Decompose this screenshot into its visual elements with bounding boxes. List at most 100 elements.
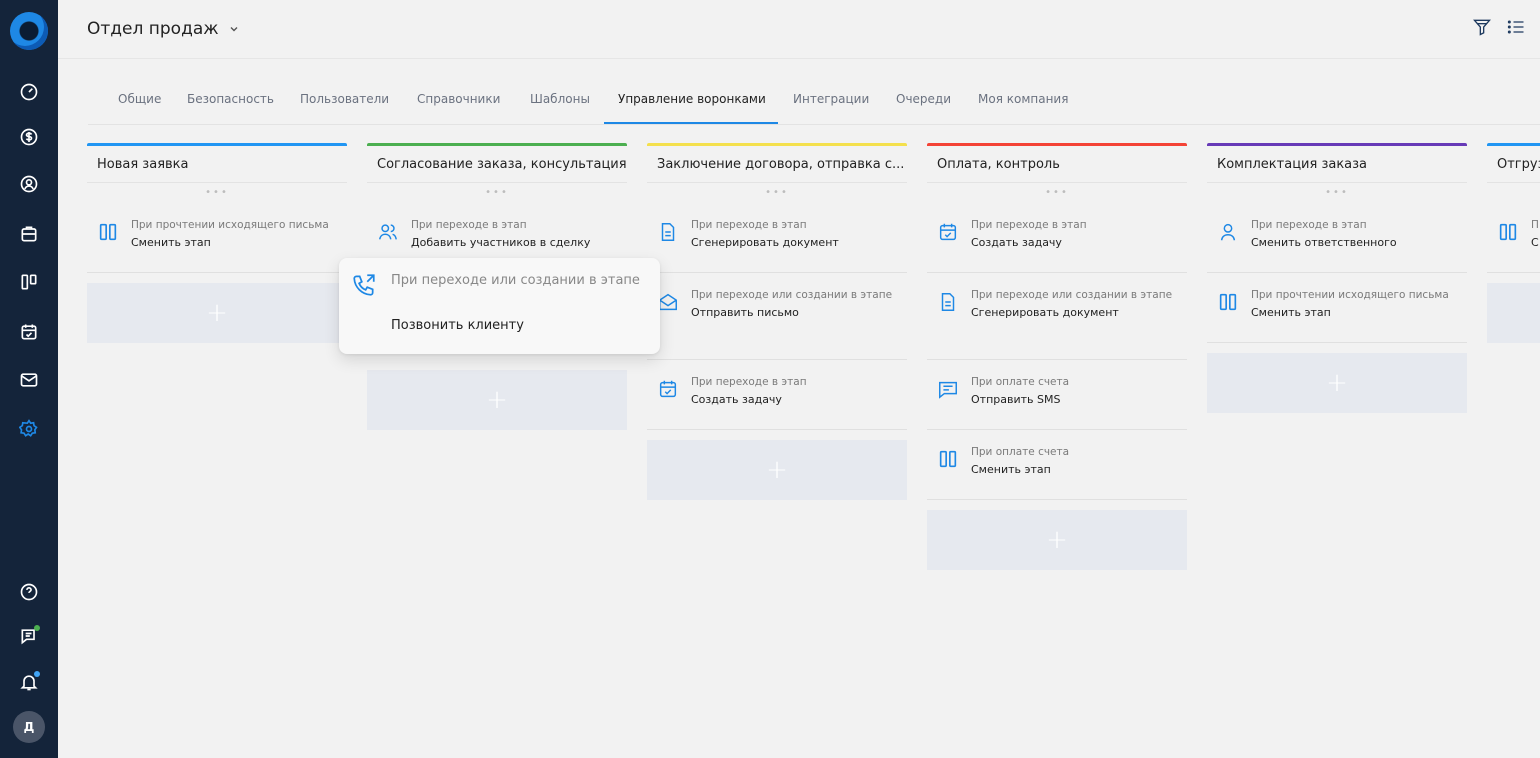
dragged-automation-card[interactable]: При переходе или создании в этапе Позвон… (339, 258, 660, 354)
stage-menu-dots[interactable]: ••• (1487, 183, 1540, 203)
stage-menu-dots[interactable]: ••• (367, 183, 627, 203)
settings-tabs: Общие Безопасность Пользователи Справочн… (88, 84, 1540, 125)
automation-card[interactable]: При прочтении исходящего письма Сменить … (1207, 273, 1467, 343)
automation-card[interactable]: При оплате счета Сменить этап (927, 430, 1187, 500)
tab-my-company[interactable]: Моя компания (978, 92, 1068, 120)
automation-trigger: При переходе в этап (411, 219, 527, 231)
help-icon[interactable] (17, 580, 41, 604)
kanban-icon[interactable] (17, 270, 41, 294)
stage-menu-dots[interactable]: ••• (647, 183, 907, 203)
automation-action: Отправить письмо (691, 306, 799, 319)
automation-action: Сменить этап (971, 463, 1051, 476)
user-icon (1217, 221, 1239, 243)
kanban-icon (97, 221, 119, 243)
automation-trigger: При переходе или создании в этапе (971, 289, 1173, 301)
automation-action: Сменить этап (131, 236, 211, 249)
chat-badge (34, 625, 40, 631)
automation-trigger: При переходе или создании в этапе (691, 289, 893, 301)
page-title: Отдел продаж (87, 19, 219, 39)
automation-action: Позвонить клиенту (391, 318, 524, 333)
department-selector[interactable]: Отдел продаж (87, 19, 239, 39)
header: Отдел продаж (58, 0, 1540, 59)
tab-general[interactable]: Общие (118, 92, 161, 120)
app-logo[interactable] (10, 12, 48, 50)
stage-title[interactable]: Отгруз (1487, 146, 1540, 183)
calendar-icon[interactable] (17, 320, 41, 344)
contacts-icon[interactable] (17, 172, 41, 196)
automation-trigger: При переходе в этап (691, 376, 807, 388)
settings-icon[interactable] (17, 417, 41, 441)
automation-card[interactable]: При прочтении исходящего письма Сменить … (87, 203, 347, 273)
tab-references[interactable]: Справочники (417, 92, 500, 120)
kanban-icon (1217, 291, 1239, 313)
automation-action: Создать задачу (691, 393, 782, 406)
automation-action: Отправить SMS (971, 393, 1061, 406)
tab-users[interactable]: Пользователи (300, 92, 389, 120)
automation-action: Добавить участников в сделку (411, 236, 591, 249)
tab-funnel-management[interactable]: Управление воронками (618, 92, 766, 120)
automation-card[interactable]: П С (1487, 203, 1540, 273)
notifications-icon[interactable] (17, 670, 41, 694)
filter-icon[interactable] (1472, 17, 1492, 41)
sms-icon (937, 378, 959, 400)
notifications-badge (34, 671, 40, 677)
stage-title[interactable]: Оплата, контроль (927, 146, 1187, 183)
add-automation-button[interactable]: + (1207, 353, 1467, 413)
automation-card[interactable]: При переходе в этап Создать задачу (927, 203, 1187, 273)
mail-icon[interactable] (17, 368, 41, 392)
add-automation-button[interactable]: + (87, 283, 347, 343)
kanban-icon (937, 448, 959, 470)
document-icon (657, 221, 679, 243)
tab-integrations[interactable]: Интеграции (793, 92, 869, 120)
automation-card[interactable]: При оплате счета Отправить SMS (927, 360, 1187, 430)
automation-trigger: При оплате счета (971, 376, 1070, 388)
add-automation-button[interactable]: + (367, 370, 627, 430)
add-automation-button[interactable]: + (927, 510, 1187, 570)
tab-security[interactable]: Безопасность (187, 92, 274, 120)
automation-card[interactable]: При переходе или создании в этапе Отправ… (647, 273, 907, 360)
mail-open-icon (657, 291, 679, 313)
automation-card[interactable]: При переходе в этап Сменить ответственно… (1207, 203, 1467, 273)
automation-action: Создать задачу (971, 236, 1062, 249)
stage-title[interactable]: Комплектация заказа (1207, 146, 1467, 183)
stage-menu-dots[interactable]: ••• (87, 183, 347, 203)
stage-menu-dots[interactable]: ••• (927, 183, 1187, 203)
automation-trigger: При оплате счета (971, 446, 1070, 458)
automation-card[interactable]: При переходе в этап Создать задачу (647, 360, 907, 430)
list-view-icon[interactable] (1506, 17, 1526, 41)
automation-action: С (1531, 236, 1539, 249)
stage-column: Комплектация заказа ••• При переходе в э… (1207, 143, 1467, 413)
stage-title[interactable]: Новая заявка (87, 146, 347, 183)
automation-trigger: При прочтении исходящего письма (131, 219, 329, 231)
automation-card[interactable]: При переходе или создании в этапе Сгенер… (927, 273, 1187, 360)
automation-action: Сменить ответственного (1251, 236, 1397, 249)
add-automation-button[interactable]: + (647, 440, 907, 500)
dashboard-icon[interactable] (17, 80, 41, 104)
stage-title[interactable]: Заключение договора, отправка с... (647, 146, 907, 183)
calendar-check-icon (657, 378, 679, 400)
automation-trigger: При прочтении исходящего письма (1251, 289, 1449, 301)
phone-call-icon (351, 272, 377, 298)
users-icon (377, 221, 399, 243)
stage-column: Новая заявка ••• При прочтении исходящег… (87, 143, 347, 343)
stage-title[interactable]: Согласование заказа, консультация (367, 146, 627, 183)
automation-action: Сгенерировать документ (971, 306, 1119, 319)
stage-menu-dots[interactable]: ••• (1207, 183, 1467, 203)
automation-action: Сгенерировать документ (691, 236, 839, 249)
automation-trigger: При переходе или создании в этапе (391, 273, 640, 288)
kanban-icon (1497, 221, 1519, 243)
active-tab-indicator (604, 122, 778, 124)
chat-icon[interactable] (17, 624, 41, 648)
automation-card[interactable]: При переходе в этап Сгенерировать докуме… (647, 203, 907, 273)
finance-icon[interactable] (17, 125, 41, 149)
automation-trigger: При переходе в этап (1251, 219, 1367, 231)
automation-trigger: При переходе в этап (971, 219, 1087, 231)
tab-templates[interactable]: Шаблоны (530, 92, 590, 120)
stage-column: Оплата, контроль ••• При переходе в этап… (927, 143, 1187, 570)
add-automation-button[interactable] (1487, 283, 1540, 343)
left-rail: Д (0, 0, 58, 758)
chevron-down-icon (230, 27, 238, 32)
avatar[interactable]: Д (13, 711, 45, 743)
tab-queues[interactable]: Очереди (896, 92, 951, 120)
deals-icon[interactable] (17, 222, 41, 246)
